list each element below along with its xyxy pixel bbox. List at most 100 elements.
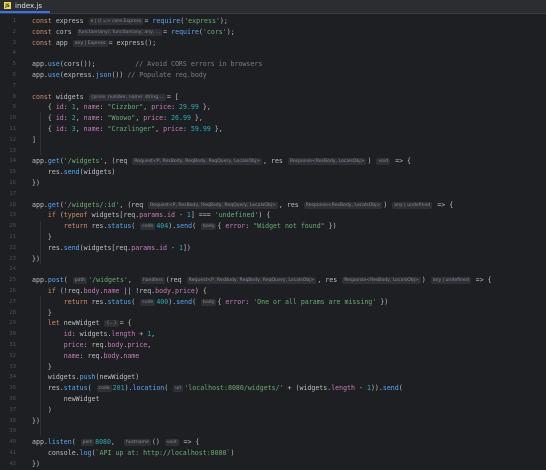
code-token: (express.	[59, 71, 96, 79]
code-line[interactable]: 31 price: req.body.price,	[0, 340, 546, 351]
code-line[interactable]: 33 }	[0, 362, 546, 373]
code-token: send	[176, 222, 193, 231]
code-line[interactable]: 25 app.post( path '/widgets', handlers (req…	[0, 275, 546, 286]
code-line[interactable]: 7	[0, 81, 546, 92]
code-line[interactable]: 3 const app any | Express = express();	[0, 38, 546, 49]
code-token: 201	[112, 384, 125, 393]
line-code: }	[32, 308, 52, 319]
code-token: ,	[155, 125, 164, 133]
code-line[interactable]: 27 return res.status( code 400).send( bod…	[0, 297, 546, 308]
code-token: })	[324, 222, 337, 231]
code-token: ,	[110, 438, 123, 447]
code-line[interactable]: 15 res.send(widgets)	[0, 167, 546, 178]
code-line[interactable]: 26 if (!req.body.name || !req.body.price…	[0, 286, 546, 297]
code-line[interactable]: 30 id: widgets.length + 1,	[0, 329, 546, 340]
code-line[interactable]: 8 const widgets {price: number, name: str…	[0, 92, 546, 103]
code-token: require	[171, 27, 199, 36]
code-line[interactable]: 17	[0, 189, 546, 200]
code-line[interactable]: 32 name: req.body.name	[0, 351, 546, 362]
code-line[interactable]: 5 app.use(cors()); // Avoid CORS errors i…	[0, 59, 546, 70]
code-line[interactable]: 34 widgets.push(newWidget)	[0, 372, 546, 383]
code-token: // Avoid CORS errors in browsers	[135, 60, 263, 69]
code-line[interactable]: 23})	[0, 254, 546, 265]
code-line[interactable]: 41 console.log(`API up at: http://localh…	[0, 448, 546, 459]
code-line[interactable]: 37 )	[0, 405, 546, 416]
code-token: (	[192, 222, 201, 231]
code-token: length	[331, 384, 356, 393]
line-number: 19	[9, 212, 16, 219]
tab-index-js[interactable]: JS index.js	[0, 0, 50, 13]
code-token: const	[32, 17, 56, 25]
code-line[interactable]: 19 if (typeof widgets[req.params.id - 1]…	[0, 210, 546, 221]
code-line[interactable]: 38})	[0, 416, 546, 427]
code-line[interactable]: 9 { id: 1, name: "Cizzbor", price: 29.99…	[0, 102, 546, 113]
code-line[interactable]: 16})	[0, 178, 546, 189]
code-token: res.	[32, 384, 64, 393]
code-token: name	[83, 114, 100, 123]
code-token: :	[63, 114, 72, 123]
code-token: , (req	[119, 200, 148, 209]
code-token: app.	[32, 200, 48, 209]
inlay-type-hint: any | undefined	[430, 277, 471, 285]
code-line[interactable]: 22 res.send(widgets[req.params.id - 1])	[0, 243, 546, 254]
code-line[interactable]: 18 app.get('/widgets/:id', (req Request<P…	[0, 200, 546, 211]
code-token: )	[230, 449, 235, 457]
code-line[interactable]: 35 res.status( code 201).location( url'lo…	[0, 383, 546, 394]
code-line[interactable]: 10 { id: 2, name: "Woowo", price: 26.99 …	[0, 113, 546, 124]
line-number: 29	[9, 320, 16, 327]
code-token: },	[190, 114, 203, 123]
code-token: :	[182, 125, 191, 133]
code-line[interactable]: 39	[0, 426, 546, 437]
line-number: 22	[9, 244, 16, 251]
line-number: 9	[12, 104, 16, 111]
code-line[interactable]: 12]	[0, 135, 546, 146]
line-code: res.send(widgets[req.params.id - 1])	[32, 243, 191, 254]
line-code: { id: 3, name: "Crazlinger", price: 59.9…	[32, 124, 223, 135]
line-number: 42	[9, 460, 16, 467]
code-line[interactable]: 20 return res.status( code 404).send( bod…	[0, 221, 546, 232]
line-number: 2	[12, 28, 16, 35]
code-line[interactable]: 2 const cors function(any): function(any,…	[0, 27, 546, 38]
code-token: :	[245, 222, 254, 231]
code-token: price	[175, 287, 195, 295]
code-token: );	[219, 17, 228, 25]
code-line[interactable]: 21 }	[0, 232, 546, 243]
code-line[interactable]: 29 let newWidget {...} = {	[0, 318, 546, 329]
code-token: app.	[32, 60, 48, 69]
inlay-type-hint: path	[72, 277, 88, 285]
line-code: { id: 2, name: "Woowo", price: 26.99 },	[32, 113, 203, 124]
code-token: ).	[168, 222, 177, 231]
code-token: => {	[391, 157, 411, 166]
code-token: body	[107, 341, 124, 349]
code-line[interactable]: 24	[0, 264, 546, 275]
code-token: 26.99	[171, 114, 191, 123]
code-editor[interactable]: 1 const express e | () => core.Express = r…	[0, 14, 546, 468]
line-number: 37	[9, 406, 16, 413]
code-line[interactable]: 4	[0, 48, 546, 59]
code-line[interactable]: 14 app.get('/widgets', (req Request<P, Re…	[0, 156, 546, 167]
code-line[interactable]: 36 newWidget	[0, 394, 546, 405]
code-token: (widgets)	[79, 168, 116, 177]
code-line[interactable]: 13	[0, 146, 546, 157]
line-code: newWidget	[32, 394, 100, 405]
line-number: 26	[9, 288, 16, 294]
code-token: (	[131, 222, 140, 231]
line-number: 5	[12, 61, 16, 68]
code-line[interactable]: 42})	[0, 459, 546, 470]
code-token: ) {	[194, 287, 207, 295]
code-line[interactable]: 11 { id: 3, name: "Crazlinger", price: 5…	[0, 124, 546, 135]
code-token: return	[63, 297, 92, 306]
code-token: (!req.	[59, 287, 84, 295]
code-token: send	[382, 384, 399, 393]
line-number: 17	[9, 190, 16, 197]
code-token: id	[159, 243, 168, 252]
line-number: 10	[9, 115, 16, 122]
code-line[interactable]: 28 }	[0, 308, 546, 319]
code-line[interactable]: 40 app.listen( port 8080, hostname() void …	[0, 437, 546, 448]
code-line[interactable]: 6 app.use(express.json()) // Populate req…	[0, 70, 546, 81]
line-code: const widgets {price: number, name: stri…	[32, 92, 179, 103]
line-number: 33	[9, 363, 16, 370]
code-token: ,	[147, 341, 152, 349]
code-token: get	[47, 200, 60, 209]
code-line[interactable]: 1 const express e | () => core.Express = r…	[0, 16, 546, 27]
